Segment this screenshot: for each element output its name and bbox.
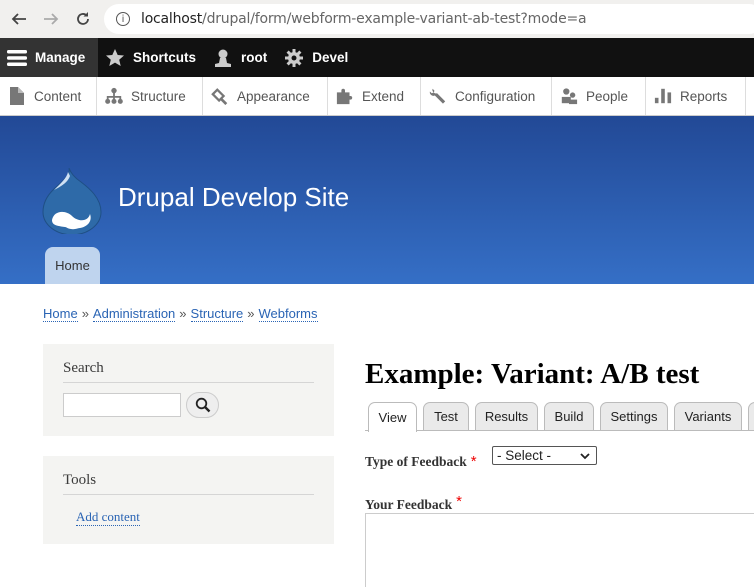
breadcrumb-structure[interactable]: Structure	[190, 306, 244, 322]
arrow-right-icon	[44, 13, 59, 25]
your-feedback-textarea[interactable]	[365, 513, 754, 587]
toolbar-manage-label: Manage	[35, 50, 86, 65]
url-text: localhost/drupal/form/webform-example-va…	[141, 11, 587, 27]
tray-item-content[interactable]: Content	[0, 77, 97, 115]
toolbar-user-label: root	[241, 50, 268, 65]
page-title: Example: Variant: A/B test	[365, 358, 700, 390]
admin-tray: Content Structure Appearance Extend Conf…	[0, 77, 754, 116]
address-bar[interactable]: i localhost/drupal/form/webform-example-…	[104, 4, 754, 34]
tray-item-appearance[interactable]: Appearance	[203, 77, 328, 115]
drupal-logo[interactable]	[42, 167, 102, 236]
type-of-feedback-field: Type of Feedback *	[365, 453, 477, 471]
breadcrumb-separator: »	[179, 306, 187, 321]
toolbar-devel[interactable]: Devel	[277, 38, 358, 77]
tab-settings[interactable]: Settings	[600, 402, 668, 430]
admin-toolbar: Manage Shortcuts root Devel	[0, 38, 754, 77]
tab-test[interactable]: Test	[423, 402, 469, 430]
back-button[interactable]	[8, 8, 30, 30]
tab-results[interactable]: Results	[475, 402, 538, 430]
tools-block: Tools Add content	[43, 456, 334, 544]
tools-block-title: Tools	[63, 456, 314, 495]
bar-chart-icon	[654, 87, 672, 105]
info-icon[interactable]: i	[116, 12, 130, 26]
tray-item-label: Reports	[680, 88, 728, 104]
required-marker: *	[470, 453, 477, 470]
select-value: - Select -	[497, 448, 552, 463]
tray-item-label: People	[586, 88, 629, 104]
nav-home-tab[interactable]: Home	[45, 247, 100, 284]
paintbrush-icon	[211, 87, 229, 105]
breadcrumb-webforms[interactable]: Webforms	[258, 306, 318, 322]
breadcrumb: Home» Administration» Structure» Webforms	[43, 306, 318, 322]
breadcrumb-separator: »	[247, 306, 255, 321]
tray-item-label: Structure	[131, 88, 186, 104]
toolbar-devel-label: Devel	[312, 50, 349, 65]
tray-item-label: Extend	[362, 88, 405, 104]
site-header: Drupal Develop Site Home	[0, 116, 754, 284]
search-button[interactable]	[186, 392, 219, 418]
url-host: localhost	[141, 11, 203, 27]
search-icon	[195, 397, 210, 413]
tray-item-label: Configuration	[455, 88, 536, 104]
your-feedback-label: Your Feedback	[365, 497, 453, 512]
tray-item-reports[interactable]: Reports	[646, 77, 746, 115]
local-tabs: View Test Results Build Settings Variant…	[365, 402, 754, 432]
sitemap-icon	[105, 87, 123, 105]
tray-item-structure[interactable]: Structure	[97, 77, 203, 115]
tray-item-people[interactable]: People	[552, 77, 646, 115]
browser-bar: i localhost/drupal/form/webform-example-…	[0, 0, 754, 38]
forward-button[interactable]	[40, 8, 62, 30]
menu-icon	[6, 47, 28, 69]
tray-item-configuration[interactable]: Configuration	[421, 77, 552, 115]
your-feedback-field: Your Feedback *	[365, 493, 462, 514]
required-marker: *	[456, 493, 462, 510]
breadcrumb-administration[interactable]: Administration	[92, 306, 176, 322]
puzzle-icon	[336, 87, 354, 105]
file-icon	[8, 87, 26, 105]
search-block: Search	[43, 344, 334, 436]
breadcrumb-home[interactable]: Home	[43, 306, 78, 322]
reload-icon	[77, 12, 89, 25]
chevron-down-icon	[580, 453, 590, 460]
star-icon	[104, 47, 126, 69]
wrench-icon	[429, 87, 447, 105]
add-content-link[interactable]: Add content	[76, 509, 140, 526]
site-name[interactable]: Drupal Develop Site	[118, 182, 349, 213]
arrow-left-icon	[11, 13, 26, 25]
tray-item-extend[interactable]: Extend	[328, 77, 421, 115]
tray-item-label: Appearance	[237, 88, 310, 104]
toolbar-shortcuts[interactable]: Shortcuts	[98, 38, 206, 77]
type-of-feedback-select[interactable]: - Select -	[492, 446, 597, 465]
tab-more[interactable]	[748, 402, 754, 430]
toolbar-manage[interactable]: Manage	[0, 38, 98, 77]
people-icon	[560, 87, 578, 105]
reload-button[interactable]	[72, 8, 94, 30]
url-path: /drupal/form/webform-example-variant-ab-…	[202, 11, 587, 27]
type-of-feedback-label: Type of Feedback	[365, 454, 467, 469]
tray-item-label: Content	[34, 88, 82, 104]
tab-variants[interactable]: Variants	[674, 402, 742, 430]
toolbar-user[interactable]: root	[206, 38, 277, 77]
search-block-title: Search	[63, 344, 314, 383]
drop-icon	[42, 167, 102, 236]
tab-view[interactable]: View	[368, 402, 417, 432]
toolbar-shortcuts-label: Shortcuts	[133, 50, 197, 65]
breadcrumb-separator: »	[81, 306, 89, 321]
gear-icon	[283, 47, 305, 69]
user-icon	[212, 47, 234, 69]
search-input[interactable]	[63, 393, 181, 417]
tab-build[interactable]: Build	[544, 402, 594, 430]
